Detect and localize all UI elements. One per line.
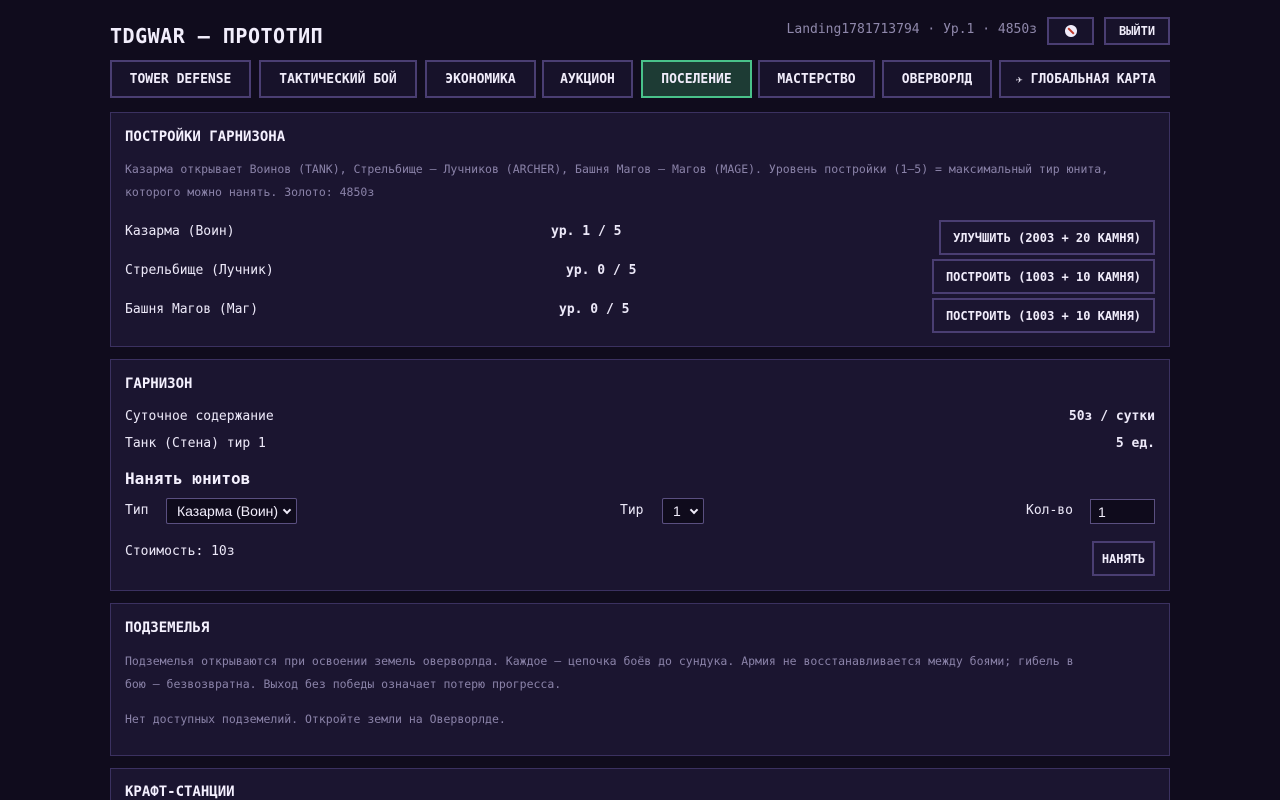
unit-row-count: 5 ед.: [1115, 436, 1155, 451]
tab-economy[interactable]: ЭКОНОМИКА: [425, 60, 536, 98]
upkeep-value: 50з / сутки: [1068, 409, 1155, 424]
unit-type-select[interactable]: Казарма (Воин): [166, 498, 297, 524]
user-info: Landing1781713794 · Ур.1 · 4850з: [786, 22, 1037, 37]
build-range-button[interactable]: ПОСТРОИТЬ (100З + 10 КАМНЯ): [932, 259, 1155, 294]
craft-panel: КРАФТ-СТАНЦИИ: [110, 768, 1170, 800]
building-name-barracks: Казарма (Воин): [125, 224, 235, 239]
unit-row-label: Танк (Стена) тир 1: [125, 436, 266, 451]
building-level-range: ур. 0 / 5: [566, 263, 637, 278]
dungeons-panel: ПОДЗЕМЕЛЬЯ Подземелья открываются при ос…: [110, 603, 1170, 756]
tab-tactical-battle[interactable]: ТАКТИЧЕСКИЙ БОЙ: [259, 60, 417, 98]
world-map-icon: ✈: [1016, 72, 1023, 86]
logout-button[interactable]: ВЫЙТИ: [1104, 17, 1170, 45]
buildings-title: ПОСТРОЙКИ ГАРНИЗОНА: [125, 129, 286, 145]
building-name-mage-tower: Башня Магов (Маг): [125, 302, 259, 317]
tab-overworld[interactable]: ОВЕРВОРЛД: [882, 60, 992, 98]
craft-title: КРАФТ-СТАНЦИИ: [125, 784, 235, 800]
type-label: Тип: [125, 503, 149, 518]
tab-settlement[interactable]: ПОСЕЛЕНИЕ: [641, 60, 752, 98]
building-name-range: Стрельбище (Лучник): [125, 263, 274, 278]
hire-button[interactable]: НАНЯТЬ: [1092, 541, 1155, 576]
tab-label: МАСТЕРСТВО: [777, 71, 856, 87]
tier-value: 1: [673, 503, 681, 519]
upgrade-barracks-button[interactable]: УЛУЧШИТЬ (200З + 20 КАМНЯ): [939, 220, 1155, 255]
main-tabs: TOWER DEFENSE ТАКТИЧЕСКИЙ БОЙ ЭКОНОМИКА …: [110, 60, 1170, 99]
buildings-panel: ПОСТРОЙКИ ГАРНИЗОНА Казарма открывает Во…: [110, 112, 1170, 347]
tab-label: TOWER DEFENSE: [129, 71, 232, 87]
building-level-mage-tower: ур. 0 / 5: [559, 302, 630, 317]
dungeons-description: Подземелья открываются при освоении земе…: [125, 654, 1074, 691]
dungeons-empty-note: Нет доступных подземелий. Откройте земли…: [125, 712, 506, 726]
tab-mastery[interactable]: МАСТЕРСТВО: [758, 60, 875, 98]
tab-auction[interactable]: АУКЦИОН: [542, 60, 633, 98]
tab-label: ОВЕРВОРЛД: [901, 71, 973, 87]
quantity-label: Кол-во: [1026, 503, 1073, 518]
tab-label: АУКЦИОН: [560, 71, 615, 87]
tab-label: ГЛОБАЛЬНАЯ КАРТА: [1030, 71, 1156, 87]
chevron-down-icon: [689, 505, 699, 515]
hire-cost: Стоимость: 10з: [125, 544, 235, 559]
upkeep-label: Суточное содержание: [125, 409, 274, 424]
garrison-panel: ГАРНИЗОН Суточное содержание 50з / сутки…: [110, 359, 1170, 591]
building-level-barracks: ур. 1 / 5: [551, 224, 622, 239]
chevron-down-icon: [282, 505, 292, 515]
hire-title: Нанять юнитов: [125, 469, 251, 488]
tab-label: ПОСЕЛЕНИЕ: [661, 71, 732, 87]
quantity-input[interactable]: 1: [1090, 499, 1155, 524]
build-mage-tower-button[interactable]: ПОСТРОИТЬ (100З + 10 КАМНЯ): [932, 298, 1155, 333]
garrison-title: ГАРНИЗОН: [125, 376, 193, 392]
unit-type-value: Казарма (Воин): [177, 503, 279, 519]
app-header: TDGWAR — ПРОТОТИП Landing1781713794 · Ур…: [110, 0, 1170, 60]
mute-button[interactable]: [1047, 17, 1094, 45]
tier-select[interactable]: 1: [662, 498, 704, 524]
tab-label: ТАКТИЧЕСКИЙ БОЙ: [279, 71, 397, 87]
buildings-description: Казарма открывает Воинов (TANK), Стрельб…: [125, 162, 1109, 199]
tab-global-map[interactable]: ✈ ГЛОБАЛЬНАЯ КАРТА: [999, 60, 1170, 98]
mute-speaker-icon: [1064, 25, 1077, 37]
tier-label: Тир: [620, 503, 644, 518]
tab-tower-defense[interactable]: TOWER DEFENSE: [110, 60, 251, 98]
dungeons-title: ПОДЗЕМЕЛЬЯ: [125, 620, 210, 636]
app-container: TDGWAR — ПРОТОТИП Landing1781713794 · Ур…: [110, 0, 1170, 800]
tab-label: ЭКОНОМИКА: [445, 71, 516, 87]
app-title: TDGWAR — ПРОТОТИП: [110, 24, 324, 48]
